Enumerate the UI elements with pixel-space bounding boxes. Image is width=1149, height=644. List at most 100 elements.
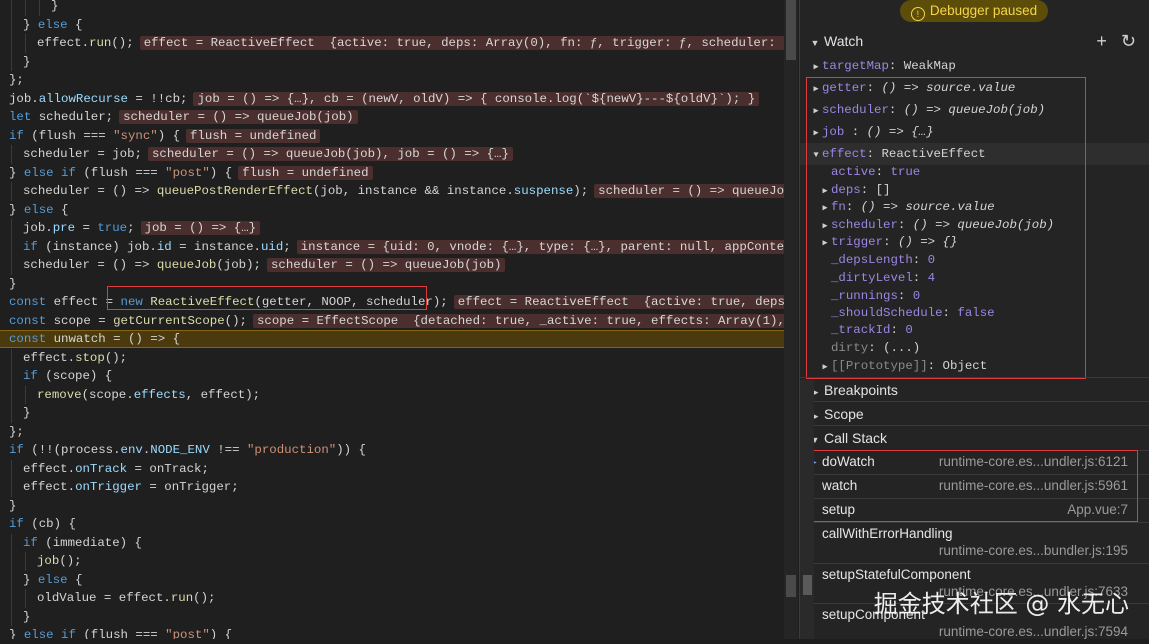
indent-guide [11,589,12,608]
code-token: if [23,369,38,383]
code-line[interactable]: job(); [0,552,784,570]
indent-guide [11,478,12,497]
sidebar-scrollbar[interactable] [800,380,814,639]
inline-value[interactable]: flush = undefined [238,165,373,180]
code-token: run [170,591,194,605]
indent-guide [11,459,12,478]
code-line[interactable]: scheduler = job; scheduler = () => queueJ… [0,145,784,163]
watch-item-targetmap[interactable]: ▶ targetMap: WeakMap [800,55,1149,77]
plus-icon[interactable]: + [1096,31,1107,51]
chevron-down-icon: ▼ [810,38,820,48]
indent-guide [11,0,12,16]
code-line[interactable]: } else if (flush === "post") { [0,626,784,639]
chevron-right-icon[interactable]: ▶ [810,56,822,78]
watermark: 掘金技术社区 @ 水无心 [873,590,1129,618]
code-token: (cb) { [23,517,76,531]
frame-name: callWithErrorHandling [822,526,953,541]
code-line[interactable]: } else { [0,201,784,219]
code-line[interactable]: } [0,608,784,626]
inline-value[interactable]: scheduler = () => queueJob(job) [266,258,506,272]
code-token: getCurrentScope [113,313,225,328]
code-token: effect. [23,461,76,476]
code-token: suspense [513,184,574,198]
code-line[interactable]: } [0,497,784,515]
code-line[interactable]: }; [0,423,784,441]
frame-location[interactable]: runtime-core.es...bundler.js:195 [939,543,1128,558]
watch-separator: : [888,59,904,73]
code-line[interactable]: effect.onTrigger = onTrigger; [0,478,784,496]
code-token: )) { [336,443,366,457]
code-token: (flush === [75,628,166,639]
code-token: let [9,110,32,124]
inline-value[interactable]: scheduler = () => queueJob(job) [119,110,358,124]
inline-value[interactable]: scheduler = () => queueJob(job), job = (… [147,147,513,161]
editor-scrollbar[interactable] [784,0,798,639]
indent-guide [11,34,12,53]
info-icon: ! [910,7,925,21]
code-line[interactable]: } [0,53,784,71]
inline-value[interactable]: instance = {uid: 0, vnode: {…}, type: {…… [296,239,784,254]
code-line[interactable]: if (instance) job.id = instance.uid; inst… [0,238,784,256]
inline-value[interactable]: scope = EffectScope {detached: true, _ac… [252,313,784,328]
code-line[interactable]: if (flush === "sync") {flush = undefined [0,127,784,145]
debugger-paused-badge: ! Debugger paused [900,0,1048,22]
code-token: scheduler = () => [23,184,157,198]
code-line[interactable]: scheduler = () => queueJob(job); schedule… [0,256,784,274]
code-line[interactable]: job.allowRecurse = !!cb; job = () => {…},… [0,90,784,108]
code-line[interactable]: } [0,0,784,15]
code-token: } [23,54,31,69]
code-token: = [75,221,98,235]
code-editor[interactable]: }} else {effect.run(); effect = ReactiveE… [0,0,784,639]
code-token: ) { [209,165,233,180]
code-line[interactable]: if (!!(process.env.NODE_ENV !== "product… [0,441,784,459]
code-line[interactable]: remove(scope.effects, effect); [0,386,784,404]
code-line[interactable]: if (cb) { [0,515,784,533]
breakpoints-section-header[interactable]: ▶ Breakpoints [800,377,1149,402]
code-line[interactable]: } else { [0,571,784,589]
inline-value[interactable]: flush = undefined [186,128,321,143]
code-line[interactable]: let scheduler; scheduler = () => queueJob… [0,108,784,126]
indent-guide [11,348,12,367]
code-token: remove [37,387,82,402]
inline-value[interactable]: effect = ReactiveEffect {active: true, d… [139,36,784,50]
scope-section-header[interactable]: ▶ Scope [800,401,1149,426]
code-token: NODE_ENV [150,443,210,457]
indent-guide [11,182,12,201]
indent-guide [11,552,12,571]
code-line[interactable]: effect.stop(); [0,349,784,367]
watch-key: targetMap [822,59,889,73]
code-line[interactable]: effect.run(); effect = ReactiveEffect {ac… [0,34,784,52]
code-line[interactable]: if (scope) { [0,367,784,385]
inline-value[interactable]: scheduler = () => queueJob(job) [594,184,784,198]
refresh-icon[interactable]: ↻ [1121,31,1136,51]
code-token: }; [9,424,24,439]
code-token: else if [23,628,76,639]
code-token: () => { [127,332,181,346]
code-line[interactable]: effect.onTrack = onTrack; [0,460,784,478]
code-line[interactable]: scheduler = () => queuePostRenderEffect(… [0,182,784,200]
watch-section-header[interactable]: ▼ Watch + ↻ [800,29,1149,53]
code-line[interactable]: }; [0,71,784,89]
highlight-box-callstack [812,450,1138,522]
code-line-paused[interactable]: const unwatch = () => { [0,330,784,348]
code-line[interactable]: } else { [0,16,784,34]
code-token: true [97,221,128,235]
code-line[interactable]: } [0,404,784,422]
code-token: else [37,572,68,587]
frame-location[interactable]: runtime-core.es...undler.js:7594 [939,624,1128,639]
code-line[interactable]: } else if (flush === "post") {flush = un… [0,164,784,182]
inline-value[interactable]: effect = ReactiveEffect {active: true, d… [453,295,784,309]
code-line[interactable]: job.pre = true; job = () => {…} [0,219,784,237]
inline-value[interactable]: job = () => {…} [140,221,261,235]
callstack-section-header[interactable]: ▼ Call Stack [800,425,1149,450]
code-line[interactable]: if (immediate) { [0,534,784,552]
code-token: const [9,295,47,309]
debugger-sidebar: ! Debugger paused ▼ Watch + ↻ ▶ targetMap: W… [799,0,1149,639]
indent-guide [11,607,12,626]
inline-value[interactable]: job = () => {…}, cb = (newV, oldV) => { … [193,91,760,106]
indent-guide [25,589,26,608]
code-line[interactable]: oldValue = effect.run(); [0,589,784,607]
call-stack-frame[interactable]: callWithErrorHandling runtime-core.es...b… [800,522,1149,564]
code-token: (scope) { [37,369,113,383]
code-line[interactable]: const scope = getCurrentScope(); scope = … [0,312,784,330]
